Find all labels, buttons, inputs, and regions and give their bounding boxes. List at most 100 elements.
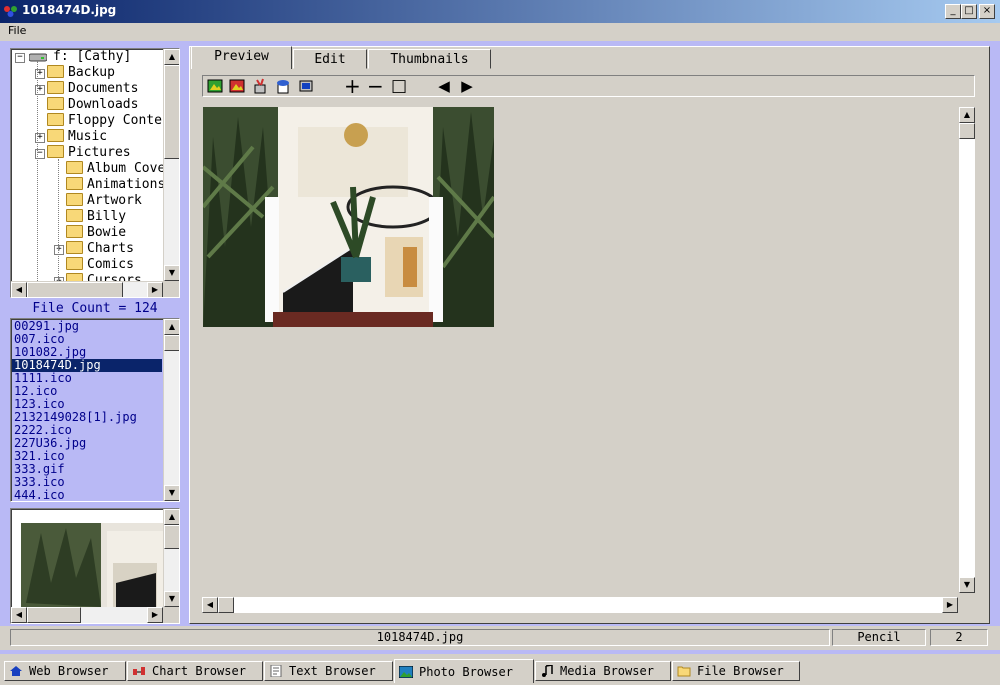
scroll-right-button[interactable]: ▶ xyxy=(147,282,163,297)
tree-hscroll[interactable]: ◀ ▶ xyxy=(11,281,163,297)
tree-vscroll[interactable]: ▲ ▼ xyxy=(163,49,179,281)
scroll-thumb[interactable] xyxy=(164,335,179,351)
file-list-content: 00291.jpg 007.ico 101082.jpg 1018474D.jpg 11… xyxy=(11,320,163,500)
folder-icon xyxy=(47,129,64,142)
tree-content: − f: [Cathy] + Backup + Documents Downloads Flo… xyxy=(11,49,163,281)
tree-item[interactable]: + Backup xyxy=(35,65,115,81)
chart-icon xyxy=(133,666,145,675)
thumbnail-panel: ▲ ▼ ◀ ▶ xyxy=(10,508,180,624)
save-image-icon[interactable] xyxy=(229,78,245,94)
scroll-down-button[interactable]: ▼ xyxy=(959,577,975,593)
tree-expander[interactable]: − xyxy=(15,53,25,63)
preview-vscroll[interactable]: ▲ ▼ xyxy=(958,107,975,593)
file-vscroll[interactable]: ▲ ▼ xyxy=(163,319,179,501)
tab-web-browser[interactable]: Web Browser xyxy=(4,661,126,681)
monitor-icon[interactable] xyxy=(298,78,314,94)
folder-tree[interactable]: − f: [Cathy] + Backup + Documents Downloads Flo… xyxy=(10,48,180,298)
scroll-left-button[interactable]: ◀ xyxy=(202,597,218,613)
tree-item-label: Animations xyxy=(87,177,163,192)
tab-edit[interactable]: Edit xyxy=(293,49,367,69)
preview-hscroll[interactable]: ◀ ▶ xyxy=(202,597,958,613)
scroll-down-button[interactable]: ▼ xyxy=(164,591,179,607)
close-button[interactable]: × xyxy=(979,4,995,19)
tree-item[interactable]: Floppy Conte xyxy=(47,113,162,129)
file-list[interactable]: 00291.jpg 007.ico 101082.jpg 1018474D.jpg 11… xyxy=(10,318,180,502)
tree-item-label: Charts xyxy=(87,241,134,256)
previous-image-icon[interactable]: ◀ xyxy=(436,78,452,94)
scroll-right-button[interactable]: ▶ xyxy=(147,607,163,623)
tab-text-browser[interactable]: Text Browser xyxy=(264,661,393,681)
scroll-up-button[interactable]: ▲ xyxy=(164,49,179,65)
home-icon xyxy=(10,665,22,676)
paint-tool-icon[interactable] xyxy=(252,78,268,94)
tree-item-label: Bowie xyxy=(87,225,127,240)
fit-window-icon[interactable]: □ xyxy=(391,78,407,95)
folder-icon xyxy=(66,241,83,254)
tree-item[interactable]: Album Cove xyxy=(66,161,163,177)
text-icon xyxy=(270,664,282,677)
tree-item-label: Downloads xyxy=(68,97,139,112)
scroll-up-button[interactable]: ▲ xyxy=(959,107,975,123)
scroll-thumb[interactable] xyxy=(27,607,81,623)
scroll-up-button[interactable]: ▲ xyxy=(164,319,179,335)
folder-icon xyxy=(47,81,64,94)
tab-label: Web Browser xyxy=(29,664,109,678)
scroll-corner xyxy=(163,607,179,623)
photo-icon xyxy=(399,665,413,678)
tree-item[interactable]: Downloads xyxy=(47,97,138,113)
menu-bar: File xyxy=(0,23,1000,41)
tab-photo-browser[interactable]: Photo Browser xyxy=(394,659,534,683)
scroll-corner xyxy=(163,281,179,297)
tab-media-browser[interactable]: Media Browser xyxy=(535,661,671,681)
tab-thumbnails[interactable]: Thumbnails xyxy=(368,49,491,69)
scroll-thumb[interactable] xyxy=(164,65,179,159)
file-list-item[interactable]: 444.ico xyxy=(14,489,65,501)
scroll-track[interactable] xyxy=(959,139,975,577)
maximize-button[interactable]: □ xyxy=(961,4,977,19)
tab-file-browser[interactable]: File Browser xyxy=(672,661,800,681)
folder-icon xyxy=(66,161,83,174)
scroll-up-button[interactable]: ▲ xyxy=(164,509,179,525)
next-image-icon[interactable]: ▶ xyxy=(459,78,475,94)
thumb-vscroll[interactable]: ▲ ▼ xyxy=(163,509,179,607)
thumb-hscroll[interactable]: ◀ ▶ xyxy=(11,607,163,623)
toolbar xyxy=(202,75,975,97)
status-number: 2 xyxy=(930,629,988,646)
tree-item[interactable]: Animations xyxy=(66,177,163,193)
scroll-down-button[interactable]: ▼ xyxy=(164,485,179,501)
tab-label: Text Browser xyxy=(289,664,376,678)
scroll-thumb[interactable] xyxy=(164,525,179,549)
tree-lines xyxy=(58,159,60,281)
tab-preview[interactable]: Preview xyxy=(191,46,292,69)
tree-item[interactable]: Bowie xyxy=(66,225,126,241)
title-bar: 1018474D.jpg _ □ × xyxy=(0,0,1000,23)
scroll-down-button[interactable]: ▼ xyxy=(164,265,179,281)
minimize-button[interactable]: _ xyxy=(945,4,961,19)
scroll-right-button[interactable]: ▶ xyxy=(942,597,958,613)
tree-item[interactable]: + Music xyxy=(35,129,107,145)
tab-label: Chart Browser xyxy=(152,664,246,678)
load-image-icon[interactable] xyxy=(207,78,223,94)
zoom-in-icon[interactable]: + xyxy=(344,76,361,96)
scroll-thumb[interactable] xyxy=(27,282,123,297)
scroll-left-button[interactable]: ◀ xyxy=(11,282,27,297)
tree-item[interactable]: + Charts xyxy=(54,241,134,257)
scroll-track[interactable] xyxy=(234,597,942,613)
folder-icon xyxy=(66,273,83,281)
tree-item[interactable]: + Cursors xyxy=(54,273,142,281)
tree-item-label: Floppy Conte xyxy=(68,113,162,128)
menu-file[interactable]: File xyxy=(8,24,26,37)
tree-item[interactable]: Billy xyxy=(66,209,126,225)
tree-item[interactable]: + Documents xyxy=(35,81,138,97)
tree-item[interactable]: Artwork xyxy=(66,193,142,209)
zoom-out-icon[interactable]: − xyxy=(367,76,384,96)
window-title: 1018474D.jpg xyxy=(22,3,117,17)
fill-tool-icon[interactable] xyxy=(275,78,291,94)
tree-item-label: Comics xyxy=(87,257,134,272)
tab-chart-browser[interactable]: Chart Browser xyxy=(127,661,263,681)
scroll-thumb[interactable] xyxy=(959,123,975,139)
scroll-left-button[interactable]: ◀ xyxy=(11,607,27,623)
scroll-thumb[interactable] xyxy=(218,597,234,613)
folder-icon xyxy=(47,97,64,110)
tree-item[interactable]: Comics xyxy=(66,257,134,273)
